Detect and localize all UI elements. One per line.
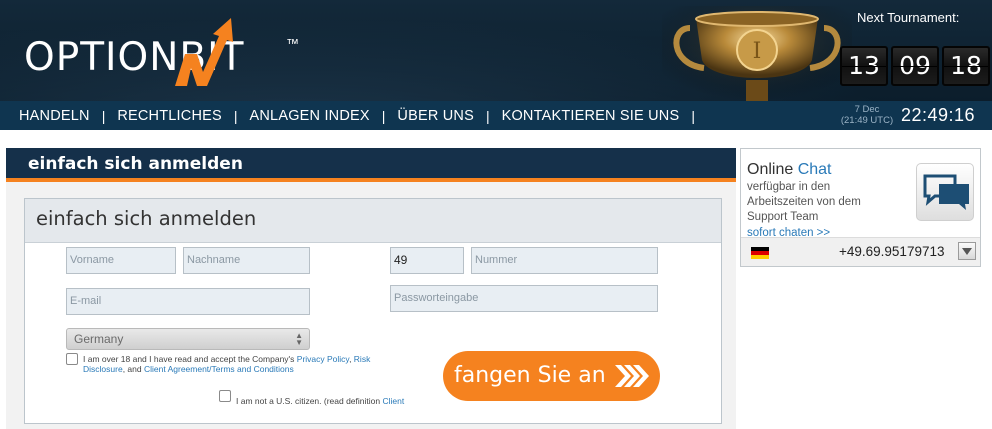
chevron-down-icon xyxy=(962,248,972,255)
countdown-minutes: 09 xyxy=(891,46,939,86)
client-agreement-link[interactable]: Client Agreement/Terms and Conditions xyxy=(144,364,294,374)
last-name-input[interactable]: Nachname xyxy=(183,247,310,274)
phone-number-input[interactable]: Nummer xyxy=(471,247,658,274)
chat-phone-row: +49.69.95179713 xyxy=(741,237,980,266)
form-title: einfach sich anmelden xyxy=(36,207,257,230)
svg-text:I: I xyxy=(753,39,762,64)
phone-country-dropdown[interactable] xyxy=(958,242,976,260)
nav-separator: | xyxy=(233,107,238,124)
risk-disclosure-link[interactable]: Risk xyxy=(354,354,371,364)
chat-title: Online Chat xyxy=(747,161,832,178)
email-input[interactable]: E-mail xyxy=(66,288,310,315)
chat-description: verfügbar in den Arbeitszeiten von dem S… xyxy=(747,181,861,223)
double-chevron-right-icon xyxy=(615,365,649,387)
register-panel-title: einfach sich anmelden xyxy=(28,154,243,174)
chat-icon-button[interactable] xyxy=(916,163,974,221)
client-definition-link[interactable]: Client xyxy=(382,396,404,406)
nav-ueber-uns[interactable]: ÜBER UNS xyxy=(397,108,474,124)
trophy-image: I xyxy=(662,6,852,101)
logo-n-arrow-icon xyxy=(175,18,233,86)
select-arrows-icon: ▲ ▼ xyxy=(295,331,303,347)
terms-checkbox[interactable] xyxy=(66,353,78,365)
countdown-hours: 13 xyxy=(840,46,888,86)
privacy-policy-link[interactable]: Privacy Policy xyxy=(297,354,349,364)
nav-kontakt[interactable]: KONTAKTIEREN SIE UNS xyxy=(502,108,680,124)
phone-prefix-input[interactable]: 49 xyxy=(390,247,464,274)
nav-separator: | xyxy=(381,107,386,124)
country-select[interactable]: Germany ▲ ▼ xyxy=(66,328,310,350)
optionbit-logo[interactable]: OPTIONBIT ™ xyxy=(24,18,299,88)
main-nav: HANDELN | RECHTLICHES | ANLAGEN INDEX | … xyxy=(0,101,992,130)
germany-flag-icon xyxy=(751,247,769,259)
chat-bubbles-icon xyxy=(923,174,969,210)
register-panel-header: einfach sich anmelden xyxy=(6,148,736,182)
country-value: Germany xyxy=(74,332,124,346)
online-chat-panel: Online Chat verfügbar in den Arbeitszeit… xyxy=(740,148,981,267)
us-citizen-checkbox[interactable] xyxy=(219,390,231,402)
countdown-seconds: 18 xyxy=(942,46,990,86)
server-date: 7 Dec (21:49 UTC) xyxy=(838,104,896,126)
first-name-input[interactable]: Vorname xyxy=(66,247,176,274)
nav-separator: | xyxy=(485,107,490,124)
next-tournament-label: Next Tournament: xyxy=(857,10,960,25)
page: OPTIONBIT ™ I Next Tournament: 13 09 18 … xyxy=(0,0,992,429)
site-header: OPTIONBIT ™ I Next Tournament: 13 09 18 xyxy=(0,0,992,101)
support-phone-number: +49.69.95179713 xyxy=(839,244,945,259)
terms-text: I am over 18 and I have read and accept … xyxy=(83,354,371,374)
start-button-label: fangen Sie an xyxy=(454,363,606,388)
tournament-countdown: 13 09 18 xyxy=(840,46,990,86)
us-citizen-text: I am not a U.S. citizen. (read definitio… xyxy=(236,396,405,406)
nav-handeln[interactable]: HANDELN xyxy=(19,108,90,124)
nav-rechtliches[interactable]: RECHTLICHES xyxy=(117,108,222,124)
utc-time-text: (21:49 UTC) xyxy=(840,115,894,126)
nav-separator: | xyxy=(101,107,106,124)
date-text: 7 Dec xyxy=(854,104,880,115)
start-button[interactable]: fangen Sie an xyxy=(443,351,660,401)
password-input[interactable]: Passworteingabe xyxy=(390,285,658,312)
server-time: 22:49:16 xyxy=(901,105,976,125)
nav-separator: | xyxy=(691,107,695,124)
risk-disclosure-link-cont[interactable]: Disclosure xyxy=(83,364,123,374)
form-header: einfach sich anmelden xyxy=(25,199,721,243)
nav-anlagen-index[interactable]: ANLAGEN INDEX xyxy=(250,108,370,124)
logo-trademark: ™ xyxy=(286,36,299,51)
